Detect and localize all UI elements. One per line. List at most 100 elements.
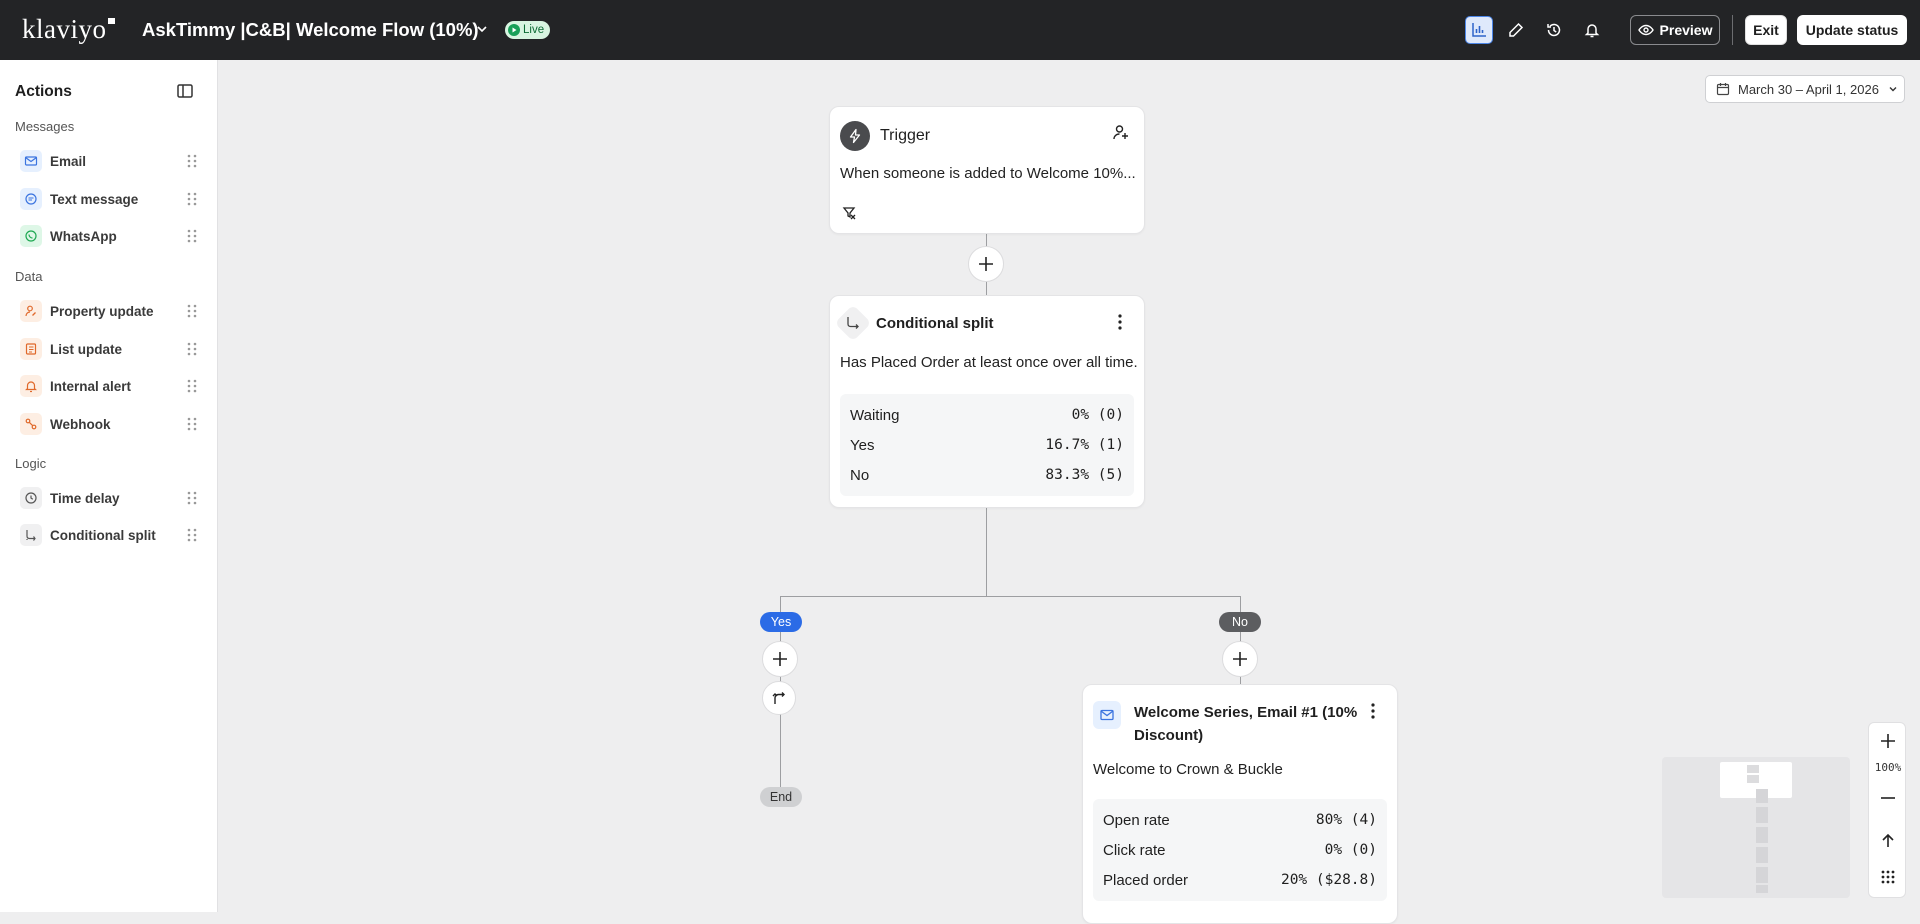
sidebar-item-label: Conditional split <box>50 527 156 543</box>
drag-handle-icon[interactable] <box>186 341 198 357</box>
connector-line <box>780 596 1241 597</box>
sidebar-collapse-icon[interactable] <box>176 82 194 100</box>
toolbar-divider <box>1732 15 1733 45</box>
drag-handle-icon[interactable] <box>186 527 198 543</box>
actions-sidebar: Actions Messages Email Text message What… <box>0 60 218 912</box>
sidebar-item-text-message[interactable]: Text message <box>20 186 200 212</box>
sidebar-item-list-update[interactable]: List update <box>20 336 200 362</box>
minimap-node <box>1756 807 1768 823</box>
stat-row: Waiting 0% (0) <box>850 406 1124 424</box>
minimap-node <box>1756 789 1768 803</box>
status-badge: Live <box>505 21 551 39</box>
chevron-down-icon[interactable] <box>474 21 490 37</box>
more-options-icon[interactable] <box>1363 701 1383 721</box>
preview-button[interactable]: Preview <box>1630 15 1720 45</box>
play-icon <box>508 24 520 36</box>
minimap-node <box>1756 885 1768 893</box>
stat-row: Yes 16.7% (1) <box>850 436 1124 454</box>
drag-handle-icon[interactable] <box>186 153 198 169</box>
drag-handle-icon[interactable] <box>186 228 198 244</box>
split-condition: Has Placed Order at least once over all … <box>840 354 1138 371</box>
person-edit-icon <box>20 300 42 322</box>
trigger-description: When someone is added to Welcome 10%... <box>840 165 1136 182</box>
more-options-icon[interactable] <box>1110 312 1130 332</box>
drag-handle-icon[interactable] <box>186 303 198 319</box>
chevron-down-icon <box>1889 87 1897 92</box>
stat-row: Open rate 80% (4) <box>1103 811 1377 829</box>
date-range-picker[interactable]: March 30 – April 1, 2026 <box>1705 75 1905 103</box>
minimap[interactable] <box>1662 757 1850 898</box>
exit-button[interactable]: Exit <box>1745 15 1787 45</box>
plus-icon <box>773 652 787 666</box>
sidebar-title: Actions <box>15 83 72 100</box>
branch-yes-label: Yes <box>760 612 802 632</box>
history-icon[interactable] <box>1540 16 1568 44</box>
sidebar-item-conditional-split[interactable]: Conditional split <box>20 522 200 548</box>
minimap-node <box>1756 867 1768 883</box>
add-step-button[interactable] <box>968 246 1004 282</box>
date-range-label: March 30 – April 1, 2026 <box>1738 81 1879 97</box>
connector-line <box>986 508 987 596</box>
grid-icon[interactable] <box>1876 865 1900 889</box>
section-messages: Messages <box>15 119 75 134</box>
add-step-yes-button[interactable] <box>762 641 798 677</box>
sidebar-item-label: Text message <box>50 191 139 207</box>
sidebar-item-label: Property update <box>50 303 154 319</box>
minimap-node <box>1747 765 1759 773</box>
sidebar-item-label: Email <box>50 153 87 169</box>
flow-title[interactable]: AskTimmy |C&B| Welcome Flow (10%) <box>142 19 479 41</box>
sidebar-item-time-delay[interactable]: Time delay <box>20 485 200 511</box>
mail-icon <box>1093 701 1121 729</box>
minimap-node <box>1756 847 1768 863</box>
arrow-up-icon[interactable] <box>1876 829 1900 853</box>
stat-row: No 83.3% (5) <box>850 466 1124 484</box>
sidebar-item-label: Webhook <box>50 416 111 432</box>
zoom-out-icon[interactable] <box>1876 786 1900 810</box>
branch-no-label: No <box>1219 612 1261 632</box>
zoom-controls: 100% <box>1868 722 1906 898</box>
whatsapp-icon <box>20 225 42 247</box>
conditional-split-card[interactable]: Conditional split Has Placed Order at le… <box>829 295 1145 508</box>
eye-icon <box>1637 24 1654 36</box>
minimap-node <box>1756 827 1768 843</box>
add-person-icon[interactable] <box>1112 123 1130 146</box>
edit-icon[interactable] <box>1502 16 1530 44</box>
drag-handle-icon[interactable] <box>186 416 198 432</box>
clock-icon <box>20 487 42 509</box>
sidebar-item-whatsapp[interactable]: WhatsApp <box>20 223 200 249</box>
merge-branch-button[interactable] <box>762 681 796 715</box>
split-stats: Waiting 0% (0) Yes 16.7% (1) No 83.3% (5) <box>840 394 1134 496</box>
split-icon <box>834 304 872 342</box>
sidebar-item-label: List update <box>50 341 123 357</box>
add-step-no-button[interactable] <box>1222 641 1258 677</box>
update-status-button[interactable]: Update status <box>1797 15 1907 45</box>
webhook-icon <box>20 413 42 435</box>
drag-handle-icon[interactable] <box>186 191 198 207</box>
zoom-level: 100% <box>1874 761 1902 774</box>
calendar-icon <box>1716 83 1730 96</box>
drag-handle-icon[interactable] <box>186 490 198 506</box>
sidebar-item-email[interactable]: Email <box>20 148 200 174</box>
sidebar-item-label: WhatsApp <box>50 228 117 244</box>
card-title: Trigger <box>880 127 931 144</box>
drag-handle-icon[interactable] <box>186 378 198 394</box>
klaviyo-logo[interactable]: klaviyo <box>22 14 115 45</box>
email-title: Welcome Series, Email #1 (10% Discount) <box>1134 704 1358 744</box>
bell-icon <box>20 375 42 397</box>
list-icon <box>20 338 42 360</box>
stat-row: Placed order 20% ($28.8) <box>1103 871 1377 889</box>
sidebar-item-property-update[interactable]: Property update <box>20 298 200 324</box>
sidebar-item-internal-alert[interactable]: Internal alert <box>20 373 200 399</box>
mail-icon <box>20 150 42 172</box>
card-title: Conditional split <box>876 314 994 332</box>
trigger-card[interactable]: Trigger When someone is added to Welcome… <box>829 106 1145 234</box>
sidebar-item-label: Internal alert <box>50 378 132 394</box>
sms-icon <box>20 188 42 210</box>
end-label: End <box>760 787 802 807</box>
bell-icon[interactable] <box>1578 16 1606 44</box>
analytics-icon[interactable] <box>1465 16 1493 44</box>
zoom-in-icon[interactable] <box>1876 729 1900 753</box>
sidebar-item-webhook[interactable]: Webhook <box>20 411 200 437</box>
minimap-node <box>1747 775 1759 783</box>
email-card[interactable]: Welcome Series, Email #1 (10% Discount) … <box>1082 684 1398 924</box>
